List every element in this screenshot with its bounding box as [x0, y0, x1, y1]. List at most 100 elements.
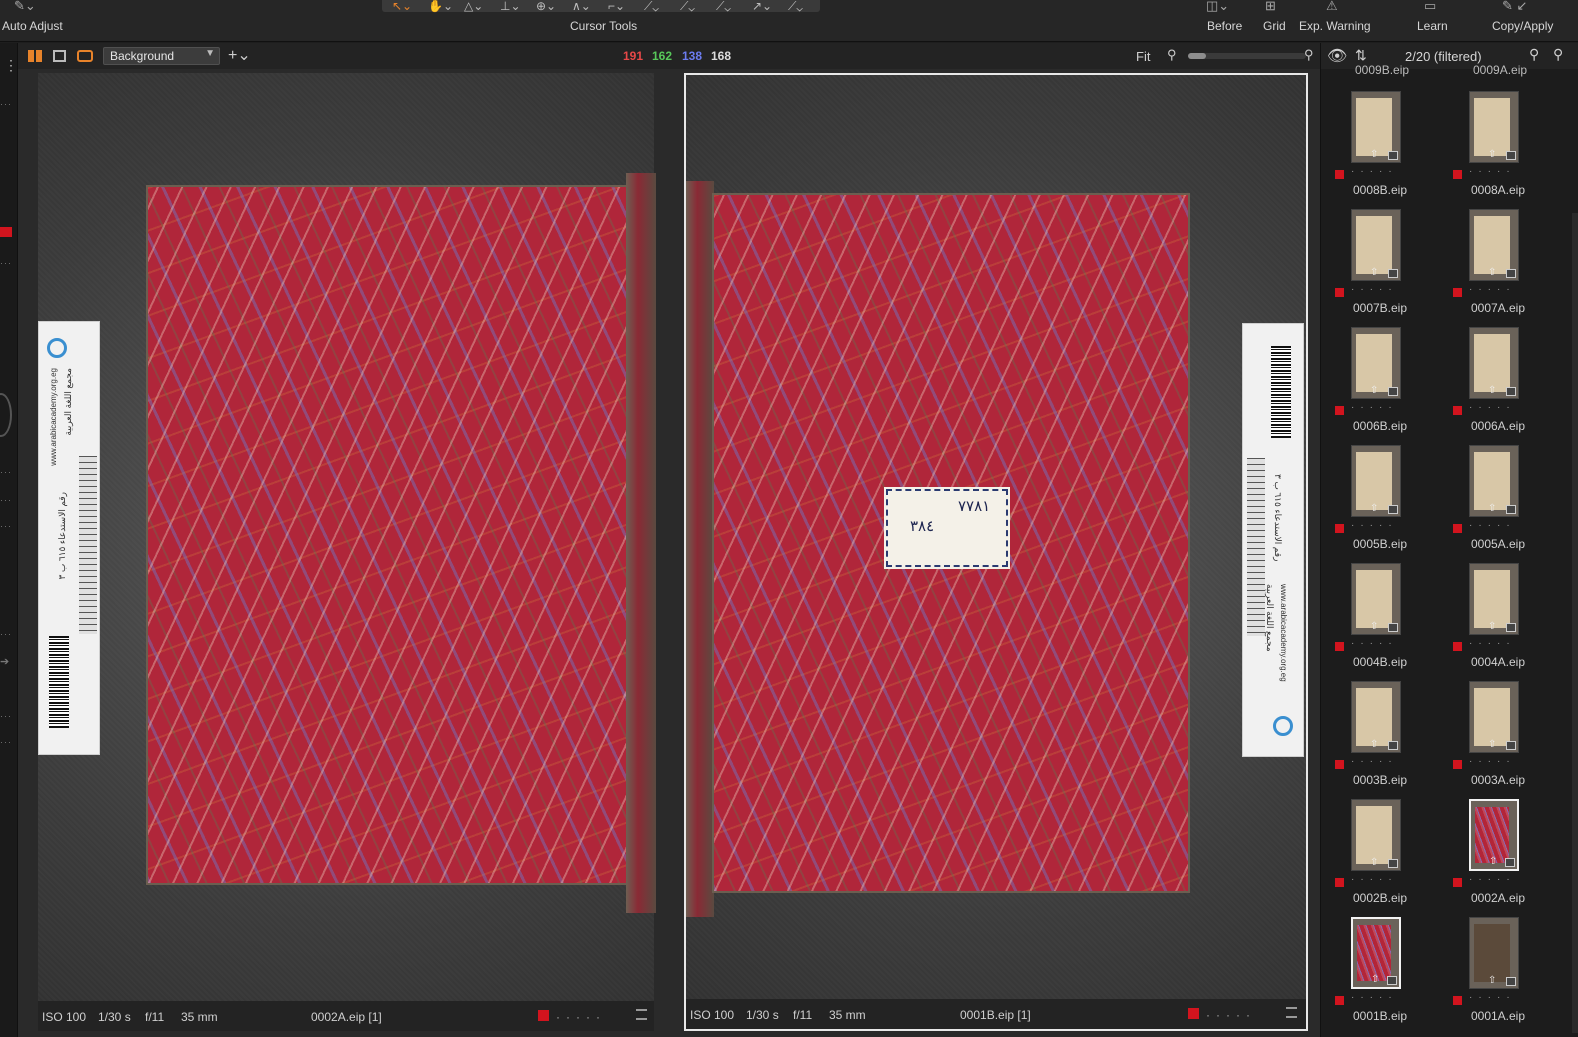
- thumbnail-image[interactable]: ⇧: [1351, 327, 1401, 399]
- color-tag-red[interactable]: [1335, 760, 1344, 769]
- learn-icon[interactable]: ▭: [1424, 0, 1436, 12]
- rating-dots[interactable]: ·····: [1469, 520, 1516, 531]
- zoom-slider[interactable]: [1188, 53, 1306, 59]
- keystone-icon[interactable]: ⊕⌄: [536, 0, 556, 13]
- auto-adjust-label[interactable]: Auto Adjust: [2, 19, 63, 33]
- color-tag-red[interactable]: [538, 1010, 549, 1021]
- thumb-name[interactable]: 0004B.eip: [1321, 655, 1439, 669]
- rating-dots[interactable]: ·····: [1351, 166, 1398, 177]
- rating-dots[interactable]: ·····: [1469, 756, 1516, 767]
- single-view-icon[interactable]: [53, 50, 66, 62]
- viewer-pane-left[interactable]: مجمع اللغة العربية www.arabicacademy.org…: [38, 73, 656, 1031]
- thumbnail-image[interactable]: ⇧: [1351, 91, 1401, 163]
- learn-button[interactable]: Learn: [1417, 19, 1448, 33]
- before-button[interactable]: Before: [1207, 19, 1242, 33]
- thumb-name[interactable]: 0005A.eip: [1439, 537, 1557, 551]
- color-tag-red[interactable]: [1453, 996, 1462, 1005]
- thumbnail-cell[interactable]: ⇧ ····· 0001A.eip: [1439, 917, 1557, 1035]
- arrow-right-icon[interactable]: ➔: [0, 655, 10, 668]
- thumbnail-image[interactable]: ⇧: [1351, 563, 1401, 635]
- brush-icon[interactable]: ⟋⌄: [644, 0, 659, 14]
- warning-icon[interactable]: ⚠: [1326, 0, 1338, 12]
- copy-apply-button[interactable]: Copy/Apply: [1492, 19, 1553, 33]
- thumb-name[interactable]: 0005B.eip: [1321, 537, 1439, 551]
- color-tag-red[interactable]: [1335, 170, 1344, 179]
- thumbnail-cell[interactable]: ⇧ ····· 0007A.eip: [1439, 209, 1557, 327]
- exp-warning-button[interactable]: Exp. Warning: [1299, 19, 1371, 33]
- thumb-name[interactable]: 0002B.eip: [1321, 891, 1439, 905]
- thumbnail-image[interactable]: ⇧: [1469, 91, 1519, 163]
- more-menu-icon[interactable]: ⋮: [4, 57, 19, 74]
- thumbnail-cell[interactable]: ⇧ ····· 0006B.eip: [1321, 327, 1439, 445]
- primary-view-icon[interactable]: [77, 50, 93, 62]
- color-tag-red[interactable]: [1335, 524, 1344, 533]
- thumbnail-image[interactable]: ⇧: [1469, 445, 1519, 517]
- before-icon[interactable]: ◫⌄: [1206, 0, 1229, 12]
- rating-dots[interactable]: ·····: [1351, 756, 1398, 767]
- strip-dots-icon[interactable]: ···: [0, 521, 12, 531]
- rating-dots[interactable]: ·····: [556, 1010, 606, 1024]
- thumbnail-cell[interactable]: ⇧ ····· 0008A.eip: [1439, 91, 1557, 209]
- thumbnail-image[interactable]: ⇧: [1469, 681, 1519, 753]
- color-tag-red[interactable]: [1335, 642, 1344, 651]
- add-icon[interactable]: +⌄: [228, 45, 251, 65]
- grid-button[interactable]: Grid: [1263, 19, 1286, 33]
- thumb-name[interactable]: 0006A.eip: [1439, 419, 1557, 433]
- thumbnail-image[interactable]: ⇧: [1351, 445, 1401, 517]
- strip-dots-icon[interactable]: ···: [0, 258, 12, 268]
- thumbnail-cell[interactable]: ⇧ ····· 0003A.eip: [1439, 681, 1557, 799]
- strip-dots-icon[interactable]: ···: [0, 467, 12, 477]
- gradient-icon[interactable]: ⟋⌄: [716, 0, 731, 14]
- rating-dots[interactable]: ·····: [1351, 284, 1398, 295]
- strip-dial-icon[interactable]: [0, 393, 12, 437]
- search-zoom-icon[interactable]: ⚲: [1529, 46, 1539, 63]
- thumbnail-cell[interactable]: ⇧ ····· 0002A.eip: [1439, 799, 1557, 917]
- rotate-icon[interactable]: ⊥⌄: [500, 0, 521, 13]
- grid-icon[interactable]: ⊞: [1265, 0, 1276, 12]
- strip-dots-icon[interactable]: ···: [0, 99, 12, 109]
- thumb-name[interactable]: 0009A.eip: [1473, 63, 1527, 77]
- color-tag-red[interactable]: [1453, 524, 1462, 533]
- thumbnail-cell[interactable]: ⇧ ····· 0007B.eip: [1321, 209, 1439, 327]
- list-icon[interactable]: [636, 1009, 647, 1020]
- strip-dots-icon[interactable]: ···: [0, 495, 12, 505]
- thumb-name[interactable]: 0007A.eip: [1439, 301, 1557, 315]
- thumbnail-image[interactable]: ⇧: [1351, 209, 1401, 281]
- zoom-slider-handle[interactable]: [1188, 53, 1206, 59]
- thumb-name[interactable]: 0008A.eip: [1439, 183, 1557, 197]
- annotate-icon[interactable]: ↗⌄: [752, 0, 772, 13]
- color-tag-red[interactable]: [1335, 288, 1344, 297]
- thumbnail-cell[interactable]: ⇧ ····· 0005B.eip: [1321, 445, 1439, 563]
- thumbnail-image[interactable]: ⇧: [1351, 917, 1401, 989]
- rating-dots[interactable]: ·····: [1469, 992, 1516, 1003]
- auto-adjust-icon[interactable]: ✎⌄: [14, 0, 36, 12]
- color-tag-red[interactable]: [1188, 1008, 1199, 1019]
- picker-icon[interactable]: ⌐⌄: [608, 0, 625, 13]
- color-tag-red[interactable]: [1335, 996, 1344, 1005]
- color-tag-red[interactable]: [1453, 406, 1462, 415]
- rating-dots[interactable]: ·····: [1469, 638, 1516, 649]
- thumbnail-cell[interactable]: ⇧ ····· 0008B.eip: [1321, 91, 1439, 209]
- rating-dots[interactable]: ·····: [1351, 992, 1398, 1003]
- select-cursor-icon[interactable]: ↖⌄: [392, 0, 412, 13]
- zoom-in-icon[interactable]: ⚲: [1304, 47, 1314, 63]
- thumb-name[interactable]: 0007B.eip: [1321, 301, 1439, 315]
- rating-dots[interactable]: ·····: [1206, 1008, 1256, 1022]
- color-tag-red[interactable]: [1453, 288, 1462, 297]
- ruler-tool-icon[interactable]: ⟋⌄: [788, 0, 803, 14]
- color-tag-red[interactable]: [1453, 878, 1462, 887]
- viewer-pane-right[interactable]: ٧٧٨١ ٣٨٤ رقم الاستدعاء ٦١٥ ب ٣ مجمع اللغ…: [684, 73, 1308, 1031]
- thumbnail-cell[interactable]: ⇧ ····· 0001B.eip: [1321, 917, 1439, 1035]
- thumb-name[interactable]: 0008B.eip: [1321, 183, 1439, 197]
- search-icon[interactable]: ⚲: [1553, 46, 1563, 63]
- rating-dots[interactable]: ·····: [1351, 638, 1398, 649]
- browser-scrollbar[interactable]: [1572, 213, 1578, 1033]
- crop-icon[interactable]: △⌄: [464, 0, 483, 13]
- thumbnail-image[interactable]: ⇧: [1469, 563, 1519, 635]
- thumbnail-cell[interactable]: ⇧ ····· 0005A.eip: [1439, 445, 1557, 563]
- thumb-name[interactable]: 0004A.eip: [1439, 655, 1557, 669]
- thumb-name[interactable]: 0003A.eip: [1439, 773, 1557, 787]
- color-tag-red[interactable]: [1335, 406, 1344, 415]
- color-tag-red[interactable]: [1453, 642, 1462, 651]
- thumbnail-image[interactable]: ⇧: [1469, 327, 1519, 399]
